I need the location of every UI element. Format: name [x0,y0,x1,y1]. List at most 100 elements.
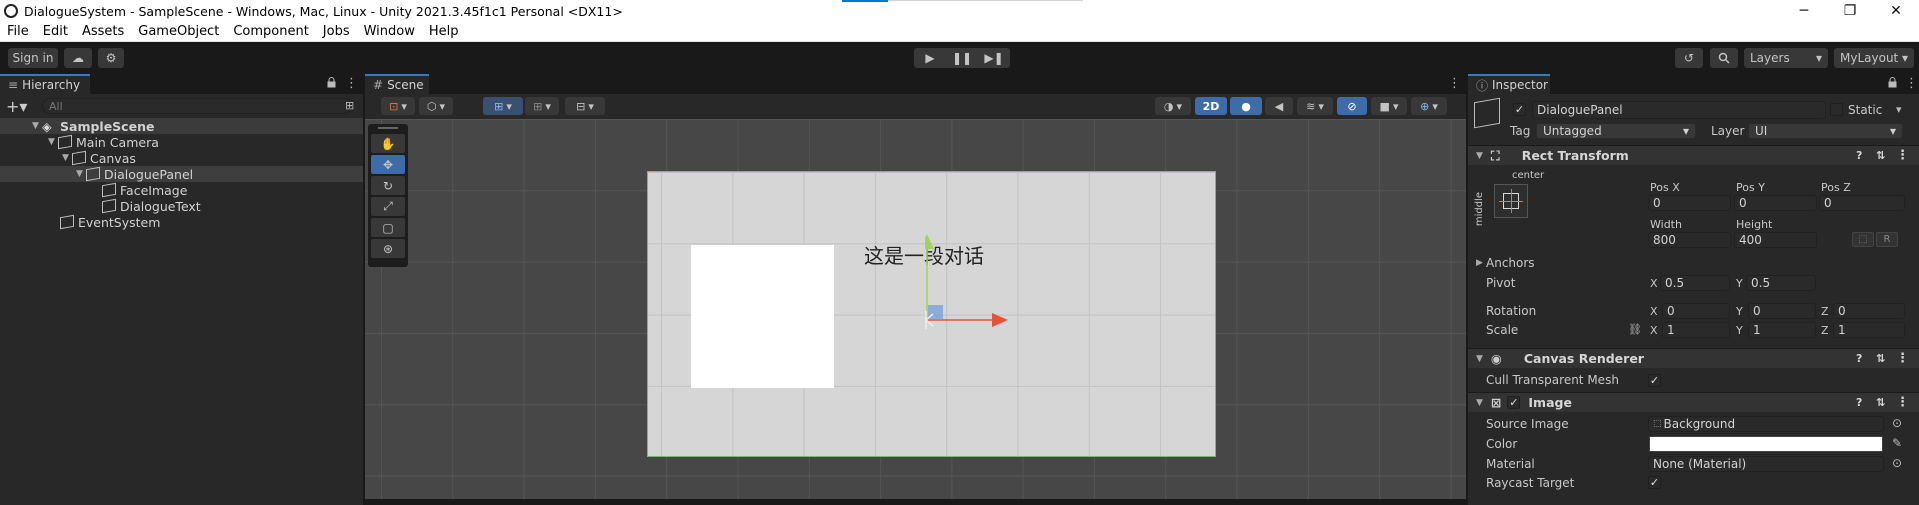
scale-tool-icon[interactable]: ⤢ [371,197,405,216]
rotation-z-field[interactable]: 0 [1833,303,1905,319]
help-icon[interactable]: ? [1856,396,1862,409]
pos-x-field[interactable]: 0 [1648,195,1731,211]
tab-hierarchy[interactable]: ≡ Hierarchy [0,74,90,94]
pause-button[interactable]: ❚❚ [946,48,978,68]
object-picker-icon[interactable]: ⊙ [1892,456,1902,470]
menu-jobs[interactable]: Jobs [316,24,357,39]
component-menu-icon[interactable]: ⋮ [1896,351,1909,366]
effects-dropdown[interactable]: ≋ ▾ [1297,97,1333,115]
image-header[interactable]: ▼ ⊠ ✓ Image ? ⇅ ⋮ [1468,392,1919,412]
hierarchy-item-eventsystem[interactable]: EventSystem [0,214,363,230]
face-image-rect[interactable] [691,245,834,388]
minimize-button[interactable]: ─ [1781,0,1827,22]
view-options-dropdown[interactable]: ⬡ ▾ [419,97,453,115]
collapse-arrow-icon[interactable]: ▼ [48,137,58,147]
presets-icon[interactable]: ⇅ [1876,352,1885,365]
hierarchy-item-samplescene[interactable]: ▼ ◈ SampleScene [0,118,363,134]
shading-dropdown[interactable]: ◑ ▾ [1155,97,1191,115]
search-icon[interactable] [1710,48,1738,68]
close-button[interactable]: ✕ [1873,0,1919,22]
menu-assets[interactable]: Assets [75,24,131,39]
menu-component[interactable]: Component [226,24,315,39]
expand-arrow-icon[interactable]: ▼ [62,153,72,163]
collab-icon[interactable]: ⚙ [98,48,124,68]
lock-icon[interactable] [327,77,336,91]
layout-dropdown[interactable]: MyLayout ▾ [1834,48,1914,68]
hierarchy-item-main-camera[interactable]: ▼ Main Camera [0,134,363,150]
expand-arrow-icon[interactable]: ▶ [1476,258,1483,268]
menu-help[interactable]: Help [422,24,466,39]
scene-visibility-button[interactable]: ⊘ [1337,97,1367,115]
width-field[interactable]: 800 [1648,232,1731,248]
rotation-y-field[interactable]: 0 [1748,303,1816,319]
anchor-presets-button[interactable] [1494,184,1528,218]
pos-y-field[interactable]: 0 [1734,195,1817,211]
scale-z-field[interactable]: 1 [1833,322,1905,338]
hierarchy-item-dialoguepanel[interactable]: ▼ DialoguePanel [0,166,363,182]
gizmo-y-arrow[interactable] [925,234,934,249]
layers-dropdown[interactable]: Layers ▾ [1744,48,1828,68]
help-icon[interactable]: ? [1856,352,1862,365]
transform-tool-icon[interactable]: ⊛ [371,239,405,258]
image-enabled-checkbox[interactable]: ✓ [1507,396,1521,409]
increment-snap-dropdown[interactable]: ⊞ ▾ [525,97,559,115]
add-object-button[interactable]: +▾ [6,97,36,116]
sign-in-button[interactable]: Sign in [8,48,58,68]
hand-tool-icon[interactable]: ✋ [371,134,405,153]
maximize-button[interactable]: ❐ [1827,0,1873,22]
layer-dropdown[interactable]: UI ▾ [1748,123,1903,139]
static-checkbox[interactable] [1830,103,1843,116]
active-checkbox[interactable]: ✓ [1513,103,1526,116]
undo-history-icon[interactable]: ↺ [1675,48,1703,68]
source-image-field[interactable]: ⬚ Background [1648,416,1884,432]
gizmos-dropdown[interactable]: ⊕ ▾ [1411,97,1447,115]
menu-gameobject[interactable]: GameObject [131,24,226,39]
tab-inspector[interactable]: ⓘ Inspector [1468,74,1550,94]
hierarchy-search-input[interactable]: All [42,98,352,114]
rotate-tool-icon[interactable]: ↻ [371,176,405,195]
help-icon[interactable]: ? [1856,149,1862,162]
height-field[interactable]: 400 [1734,232,1817,248]
rect-tool-icon[interactable]: ▢ [371,218,405,237]
eyedropper-icon[interactable]: ✎ [1892,436,1902,450]
scene-viewport[interactable]: 这是一段对话 ✋ ✥ ↻ ⤢ ▢ ⊛ [365,119,1466,499]
expand-arrow-icon[interactable]: ▼ [76,169,86,179]
tab-scene[interactable]: # Scene [365,74,429,94]
draw-mode-dropdown[interactable]: ⊡ ▾ [381,97,415,115]
expand-arrow-icon[interactable]: ▼ [32,121,42,131]
cloud-icon[interactable]: ☁ [64,48,92,68]
panel-menu-icon[interactable]: ⋮ [1905,76,1918,91]
object-picker-icon[interactable]: ⊙ [1892,416,1902,430]
canvas-renderer-header[interactable]: ▼ ◉ Canvas Renderer ? ⇅ ⋮ [1468,348,1919,368]
rotation-x-field[interactable]: 0 [1662,303,1730,319]
component-menu-icon[interactable]: ⋮ [1896,395,1909,410]
material-field[interactable]: None (Material) [1648,456,1884,472]
hierarchy-item-dialoguetext[interactable]: DialogueText [0,198,363,214]
pos-z-field[interactable]: 0 [1819,195,1905,211]
anchors-label[interactable]: Anchors [1486,256,1535,270]
menu-window[interactable]: Window [357,24,422,39]
presets-icon[interactable]: ⇅ [1876,396,1885,409]
lighting-toggle-button[interactable]: ● [1230,97,1262,115]
cull-transparent-mesh-checkbox[interactable]: ✓ [1648,374,1661,387]
panel-menu-icon[interactable]: ⋮ [1448,76,1461,91]
collapse-arrow-icon[interactable]: ▼ [1476,151,1483,161]
raw-edit-button[interactable]: R [1876,232,1898,247]
color-swatch[interactable] [1649,436,1883,452]
blueprint-mode-button[interactable]: ⬚ [1852,232,1874,247]
2d-toggle-button[interactable]: 2D [1195,97,1227,115]
scale-y-field[interactable]: 1 [1748,322,1816,338]
search-filter-icon[interactable]: ⊞ [345,99,354,112]
component-menu-icon[interactable]: ⋮ [1896,148,1909,163]
menu-edit[interactable]: Edit [36,24,75,39]
palette-drag-handle[interactable] [378,127,398,129]
grid-snap-dropdown[interactable]: ⊞ ▾ [483,97,523,115]
raycast-target-checkbox[interactable]: ✓ [1648,476,1661,489]
gizmo-xy-plane[interactable] [928,305,943,320]
hierarchy-item-canvas[interactable]: ▼ Canvas [0,150,363,166]
object-name-field[interactable]: DialoguePanel [1532,101,1826,119]
move-tool-icon[interactable]: ✥ [371,155,405,174]
collapse-arrow-icon[interactable]: ▼ [1476,398,1483,408]
move-gizmo[interactable] [925,229,1045,379]
pivot-x-field[interactable]: 0.5 [1660,275,1730,291]
